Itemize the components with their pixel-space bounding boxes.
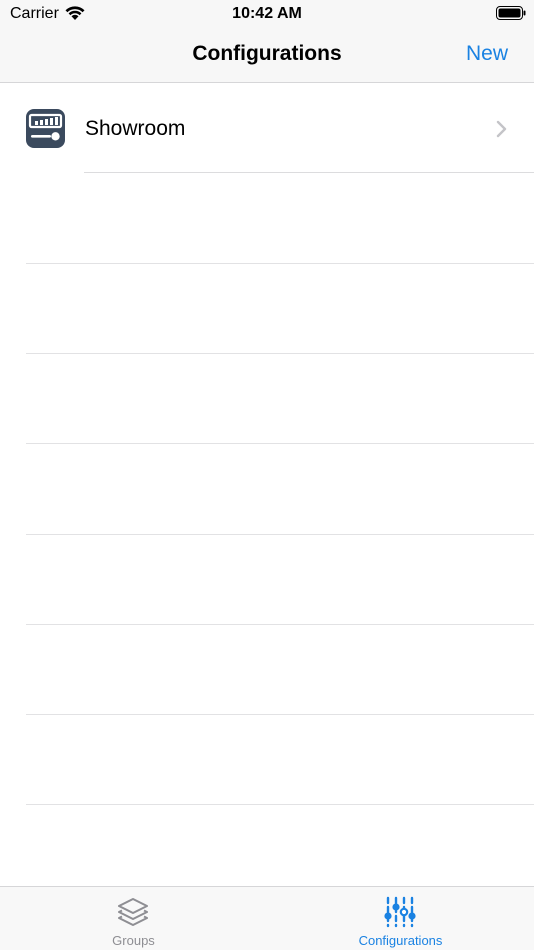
empty-row-separator [26, 263, 534, 264]
tab-groups[interactable]: Groups [0, 887, 267, 950]
empty-row-separator [26, 443, 534, 444]
page-title: Configurations [192, 42, 342, 65]
battery-icon [496, 6, 526, 20]
empty-row-separator [26, 714, 534, 715]
list-item[interactable]: Showroom [0, 84, 534, 173]
empty-row-separator [26, 353, 534, 354]
navigation-bar: Configurations New [0, 28, 534, 83]
list-item-label: Showroom [85, 117, 186, 140]
sliders-icon [384, 896, 416, 928]
configuration-icon [26, 109, 65, 148]
status-bar: Carrier 10:42 AM [0, 0, 534, 28]
empty-row-separator [26, 804, 534, 805]
tab-configurations-label: Configurations [358, 933, 443, 948]
new-button[interactable]: New [466, 42, 508, 66]
empty-row-separator [26, 624, 534, 625]
tab-groups-label: Groups [112, 933, 155, 948]
status-time: 10:42 AM [232, 5, 302, 22]
row-separator [84, 172, 534, 173]
configurations-list: Showroom [0, 84, 534, 173]
empty-row-separator [26, 534, 534, 535]
layers-icon [118, 898, 148, 926]
tab-configurations[interactable]: Configurations [267, 887, 534, 950]
tab-bar: Groups Configurations [0, 886, 534, 950]
chevron-right-icon [496, 120, 507, 138]
